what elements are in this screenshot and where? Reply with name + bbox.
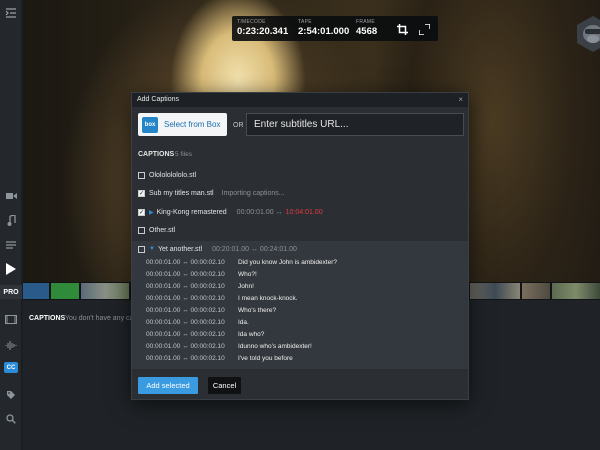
play-icon[interactable]	[0, 259, 22, 279]
box-logo-icon: box	[142, 116, 158, 133]
app-root: PRO CC TIMECODE 0:23:20.341 TAPE 2:54:01…	[0, 0, 600, 450]
cue-time: 00:00:01.00 ↔ 00:00:02.10	[146, 318, 225, 326]
file-name: Other.stl	[149, 226, 176, 234]
modal-header: Add Captions ×	[132, 93, 468, 107]
cue-text: Who's there?	[238, 306, 277, 314]
or-separator: OR	[233, 122, 244, 129]
timeline-thumbnail	[552, 283, 600, 299]
timecode-value: 0:23:20.341	[237, 26, 289, 37]
frame-group: FRAME 4568	[356, 19, 377, 37]
pro-badge[interactable]: PRO	[0, 285, 22, 299]
caption-cue: 00:00:01.00 ↔ 00:00:02.10 Did you know J…	[146, 256, 466, 268]
collapse-caret-icon[interactable]: ▼	[149, 246, 155, 252]
caption-cue: 00:00:01.00 ↔ 00:00:02.10 Idunno who's a…	[146, 340, 466, 352]
caption-file-row[interactable]: ✓ ▶ King-Kong remastered 00:00:01.00 ↔ 1…	[138, 205, 464, 219]
text-lines-icon[interactable]	[0, 235, 22, 255]
cue-text: John!	[238, 282, 254, 290]
collapse-menu-icon[interactable]	[0, 3, 22, 23]
file-time-range: 00:00:01.00 ↔	[236, 208, 283, 216]
cue-text: Who?!	[238, 270, 257, 278]
captions-files-count: 5 files	[175, 151, 192, 158]
cue-text: Idunno who's ambidexter!	[238, 342, 312, 350]
audio-waveform-icon[interactable]	[0, 335, 22, 355]
cue-time: 00:00:01.00 ↔ 00:00:02.10	[146, 282, 225, 290]
file-name: Yet another.stl	[157, 245, 203, 253]
cue-text: Did you know John is ambidexter?	[238, 258, 337, 266]
timeline-thumbnail	[81, 283, 129, 299]
frame-value: 4568	[356, 26, 378, 37]
filmstrip-icon[interactable]	[0, 309, 22, 329]
crop-icon[interactable]	[395, 22, 409, 36]
closed-captions-icon[interactable]: CC	[4, 362, 18, 373]
caption-cue: 00:00:01.00 ↔ 00:00:02.10 John!	[146, 280, 466, 292]
cue-text: Ida who?	[238, 330, 265, 338]
file-checkbox[interactable]: ✓	[138, 208, 145, 216]
cue-text: I mean knock-knock.	[238, 294, 298, 302]
timeline-thumbnail	[23, 283, 49, 299]
timecode-display: TIMECODE 0:23:20.341 TAPE 2:54:01.000 FR…	[232, 16, 438, 41]
add-selected-button[interactable]: Add selected	[138, 377, 198, 394]
modal-title: Add Captions	[137, 96, 180, 103]
captions-files-heading: CAPTIONS	[138, 151, 175, 158]
caption-cue: 00:00:01.00 ↔ 00:00:02.10 Who?!	[146, 268, 466, 280]
frame-label: FRAME	[356, 19, 375, 25]
select-from-box-button[interactable]: box Select from Box	[138, 113, 227, 136]
close-icon[interactable]: ×	[458, 95, 463, 104]
add-captions-modal: Add Captions × box Select from Box OR CA…	[131, 92, 469, 400]
file-time-end-error: 10:04:01.00	[285, 208, 323, 216]
timeline-thumbnail	[522, 283, 550, 299]
file-checkbox[interactable]: ✓	[138, 189, 145, 197]
caption-file-row[interactable]: ▼ Yet another.stl 00:20:01.00 ↔ 00:24:01…	[138, 242, 464, 256]
caption-cue: 00:00:01.00 ↔ 00:00:02.10 Ida.	[146, 316, 466, 328]
file-name: Sub my titles man.stl	[149, 189, 214, 197]
subtitles-url-input[interactable]	[246, 113, 464, 136]
timeline-thumbnail	[51, 283, 79, 299]
expanded-file-panel: ▼ Yet another.stl 00:20:01.00 ↔ 00:24:01…	[132, 241, 468, 369]
tag-icon[interactable]	[0, 385, 22, 405]
cue-time: 00:00:01.00 ↔ 00:00:02.10	[146, 330, 225, 338]
captions-empty-message: You don't have any ca	[65, 315, 134, 322]
expand-caret-icon[interactable]: ▶	[149, 209, 154, 216]
caption-file-row[interactable]: ✓ Sub my titles man.stl Importing captio…	[138, 186, 464, 200]
left-sidebar: PRO CC	[0, 0, 22, 450]
caption-cue: 00:00:01.00 ↔ 00:00:02.10 I mean knock-k…	[146, 292, 466, 304]
file-name: King-Kong remastered	[156, 208, 227, 216]
cue-time: 00:00:01.00 ↔ 00:00:02.10	[146, 306, 225, 314]
file-name: Ololololololo.stl	[149, 171, 197, 179]
caption-file-row[interactable]: Ololololololo.stl	[138, 168, 464, 182]
select-from-box-label: Select from Box	[164, 120, 221, 129]
tape-value: 2:54:01.000	[298, 26, 350, 37]
cue-text: Ida.	[238, 318, 249, 326]
music-note-icon[interactable]	[0, 210, 22, 230]
cue-time: 00:00:01.00 ↔ 00:00:02.10	[146, 294, 225, 302]
file-checkbox[interactable]	[138, 245, 145, 253]
caption-cue: 00:00:01.00 ↔ 00:00:02.10 Ida who?	[146, 328, 466, 340]
file-checkbox[interactable]	[138, 171, 145, 179]
timecode-group: TIMECODE 0:23:20.341	[237, 19, 288, 37]
fullscreen-icon[interactable]	[417, 22, 431, 36]
tape-label: TAPE	[298, 19, 312, 25]
file-time-range: 00:20:01.00 ↔ 00:24:01.00	[212, 245, 297, 253]
timecode-label: TIMECODE	[237, 19, 266, 25]
cue-text: I've told you before	[238, 354, 293, 362]
search-icon[interactable]	[0, 409, 22, 429]
video-camera-icon[interactable]	[0, 186, 22, 206]
captions-panel-title: CAPTIONS	[29, 315, 66, 322]
cue-time: 00:00:01.00 ↔ 00:00:02.10	[146, 342, 225, 350]
file-import-status: Importing captions...	[221, 189, 285, 197]
file-checkbox[interactable]	[138, 226, 145, 234]
caption-cue: 00:00:01.00 ↔ 00:00:02.10 I've told you …	[146, 352, 466, 364]
cue-time: 00:00:01.00 ↔ 00:00:02.10	[146, 354, 225, 362]
caption-cue: 00:00:01.00 ↔ 00:00:02.10 Who's there?	[146, 304, 466, 316]
tape-group: TAPE 2:54:01.000	[298, 19, 349, 37]
timeline-thumbnail	[470, 283, 520, 299]
caption-file-row[interactable]: Other.stl	[138, 223, 464, 237]
cue-time: 00:00:01.00 ↔ 00:00:02.10	[146, 270, 225, 278]
cancel-button[interactable]: Cancel	[208, 377, 241, 394]
cue-time: 00:00:01.00 ↔ 00:00:02.10	[146, 258, 225, 266]
gorilla-logo-icon	[574, 15, 600, 53]
